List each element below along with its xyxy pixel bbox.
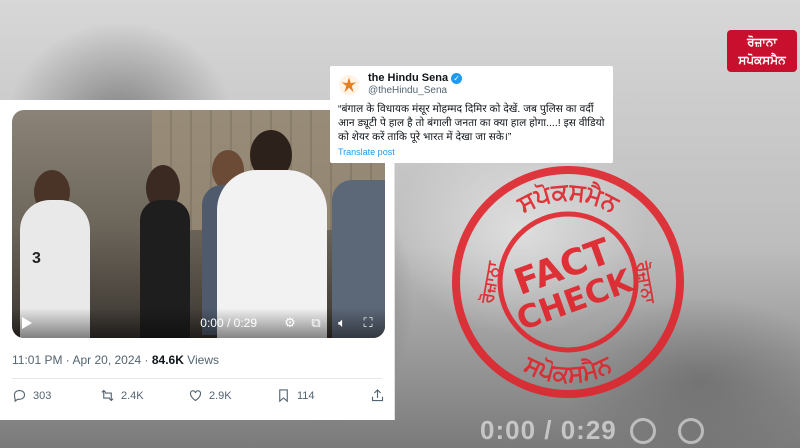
avatar[interactable] <box>338 74 360 96</box>
repost-button[interactable]: 2.4K <box>100 388 188 403</box>
tweet-text-card: the Hindu Sena ✓ @theHindu_Sena “बंगाल क… <box>330 66 613 163</box>
divider <box>12 378 382 379</box>
svg-text:ਸਪੋਕਸਮੈਨ: ਸਪੋਕਸਮੈਨ <box>519 350 617 389</box>
views-label: Views <box>183 353 220 367</box>
verified-badge-icon: ✓ <box>451 72 463 84</box>
reply-icon <box>13 389 26 403</box>
author-name-row: the Hindu Sena ✓ <box>368 72 463 84</box>
background-icons <box>630 418 704 444</box>
video-time: 0:00 / 0:29 <box>200 316 257 330</box>
translate-link[interactable]: Translate post <box>338 147 605 157</box>
settings-icon[interactable]: ⚙ <box>283 316 297 330</box>
repost-icon <box>101 389 114 402</box>
pip-icon[interactable]: ⧉ <box>309 316 323 330</box>
video-controls: 0:00 / 0:29 ⚙ ⧉ 🔈︎ ⛶ <box>12 308 385 338</box>
tweet-actions: 303 2.4K 2.9K 114 <box>12 388 385 403</box>
reply-button[interactable]: 303 <box>12 388 100 403</box>
author-name[interactable]: the Hindu Sena <box>368 72 448 84</box>
bookmark-button[interactable]: 114 <box>276 388 364 403</box>
volume-icon[interactable]: 🔈︎ <box>335 316 349 330</box>
reply-count: 303 <box>33 389 52 402</box>
like-count: 2.9K <box>209 389 232 402</box>
tweet-timestamp[interactable]: 11:01 PM · Apr 20, 2024 · <box>12 353 152 367</box>
logo-line1: ਰੋਜ਼ਾਨਾ <box>747 35 777 49</box>
rozana-spokesman-logo: ਰੋਜ਼ਾਨਾ ਸਪੋਕਸਮੈਨ <box>727 30 797 72</box>
heart-icon <box>189 390 202 402</box>
author-handle[interactable]: @theHindu_Sena <box>368 85 462 96</box>
fact-check-stamp: ਸਪੋਕਸਮੈਨ ਸਪੋਕਸਮੈਨ ਰੋਜ਼ਾਨਾ ਰੋਜ਼ਾਨਾ FACT C… <box>452 166 684 398</box>
stamp-ring-bottom: ਸਪੋਕਸਮੈਨ <box>519 350 617 389</box>
bookmark-count: 114 <box>297 389 315 402</box>
jersey-number: 3 <box>32 250 41 267</box>
background-video-time: 0:00 / 0:29 <box>480 415 617 445</box>
repost-count: 2.4K <box>121 389 144 402</box>
tweet-text: “बंगाल के विधायक मंसूर मोहम्मद दिमिर को … <box>338 103 605 143</box>
play-icon[interactable] <box>22 317 32 329</box>
fullscreen-icon[interactable]: ⛶ <box>361 316 375 330</box>
tweet-meta: 11:01 PM · Apr 20, 2024 · 84.6K Views <box>12 353 219 367</box>
views-count: 84.6K <box>151 353 184 367</box>
logo-line2: ਸਪੋਕਸਮੈਨ <box>738 53 786 67</box>
bookmark-icon <box>279 389 288 403</box>
tweet-author: the Hindu Sena ✓ @theHindu_Sena <box>338 72 605 96</box>
share-button[interactable] <box>370 388 385 403</box>
share-icon <box>371 389 384 402</box>
like-button[interactable]: 2.9K <box>188 388 276 403</box>
